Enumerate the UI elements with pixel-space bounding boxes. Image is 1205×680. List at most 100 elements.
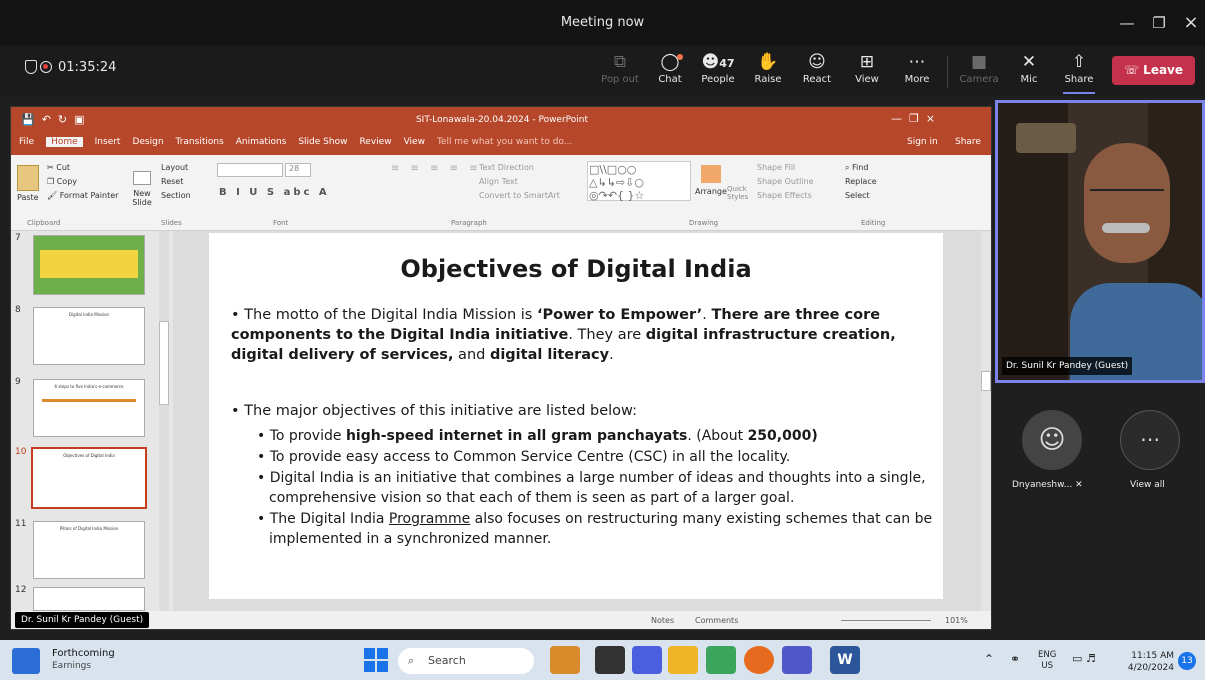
notes-button[interactable]: Notes: [651, 616, 674, 625]
shapes-gallery[interactable]: □\\□○○ △↳↳⇨⇩○ ◎↷↶{ }☆: [587, 161, 691, 202]
thumb-number: 12: [15, 585, 27, 595]
format-painter-button[interactable]: 🖌 Format Painter: [47, 189, 118, 203]
tell-me-box[interactable]: Tell me what you want to do...: [437, 137, 572, 147]
subbullet-1: • To provide high-speed internet in all …: [257, 428, 818, 444]
language-indicator[interactable]: ENG US: [1038, 650, 1056, 672]
teams-chat-icon[interactable]: [632, 646, 662, 674]
chrome-icon[interactable]: [706, 646, 736, 674]
start-icon[interactable]: [364, 648, 388, 672]
shape-outline-button[interactable]: Shape Outline: [757, 175, 814, 189]
align-text-button[interactable]: Align Text: [479, 175, 560, 189]
tab-home[interactable]: Home: [46, 137, 83, 147]
layout-button[interactable]: Layout: [161, 161, 191, 175]
network-volume-icon[interactable]: ▭ ♬: [1072, 652, 1096, 665]
popout-icon: ⧉: [613, 52, 627, 72]
new-slide-label[interactable]: New Slide: [127, 189, 157, 207]
grid-icon: ⊞: [859, 52, 875, 72]
slide-thumb-9[interactable]: 6 steps to five India's e-commerce: [33, 379, 145, 437]
shape-fill-button[interactable]: Shape Fill: [757, 161, 814, 175]
select-button[interactable]: Select: [845, 189, 877, 203]
more-button[interactable]: ⋯ More: [893, 48, 941, 94]
cut-button[interactable]: ✂ Cut: [47, 161, 118, 175]
toolbar-divider: [947, 56, 948, 88]
current-slide[interactable]: Objectives of Digital India • The motto …: [209, 233, 943, 599]
paste-icon[interactable]: [17, 165, 39, 191]
find-button[interactable]: ⌕ Find: [845, 161, 877, 175]
react-button[interactable]: ☺ React: [793, 48, 841, 94]
text-direction-button[interactable]: Text Direction: [479, 161, 560, 175]
tab-review[interactable]: Review: [359, 137, 391, 147]
replace-button[interactable]: Replace: [845, 175, 877, 189]
participant-video[interactable]: Dr. Sunil Kr Pandey (Guest): [995, 100, 1205, 383]
people-icon: ☻47: [701, 52, 735, 72]
search-box[interactable]: ⌕ Search: [398, 648, 534, 674]
tab-animations[interactable]: Animations: [236, 137, 287, 147]
widget-title[interactable]: Forthcoming: [52, 648, 115, 659]
arrange-icon[interactable]: [701, 165, 721, 183]
shared-screen: 💾 ↶ ↻ ▣ SIT-Lonawala-20.04.2024 - PowerP…: [10, 106, 992, 630]
thumbnail-scrollbar[interactable]: [159, 231, 169, 611]
paste-label[interactable]: Paste: [17, 193, 39, 202]
zoom-level[interactable]: 101%: [945, 616, 968, 625]
mic-tray-icon[interactable]: ⚭: [1010, 652, 1020, 666]
participant-name-tag: Dr. Sunil Kr Pandey (Guest): [1002, 357, 1133, 375]
zoom-slider[interactable]: [841, 620, 931, 621]
slide-thumb-8[interactable]: Digital India Mission: [33, 307, 145, 365]
minimize-icon[interactable]: —: [1113, 10, 1141, 36]
word-icon[interactable]: W: [830, 646, 860, 674]
slide-subbullets: • To provide high-speed internet in all …: [257, 426, 937, 549]
leave-button[interactable]: ☏ Leave: [1112, 56, 1195, 85]
close-icon[interactable]: ×: [1177, 10, 1205, 36]
popout-button[interactable]: ⧉ Pop out: [596, 48, 644, 94]
shape-effects-button[interactable]: Shape Effects: [757, 189, 814, 203]
widget-icon[interactable]: [12, 648, 40, 674]
copy-button[interactable]: ❐ Copy: [47, 175, 118, 189]
avatar-icon[interactable]: ☺: [1022, 410, 1082, 470]
app-icon-bird[interactable]: [550, 646, 580, 674]
convert-smartart-button[interactable]: Convert to SmartArt: [479, 189, 560, 203]
font-format-buttons[interactable]: B I U S abc A: [219, 187, 330, 198]
ppt-share[interactable]: Share: [955, 137, 981, 147]
arrange-label[interactable]: Arrange: [695, 187, 727, 196]
restore-icon[interactable]: ❐: [1145, 10, 1173, 36]
comments-button[interactable]: Comments: [695, 616, 738, 625]
meeting-timer: 01:35:24: [58, 60, 117, 75]
font-size-input[interactable]: 28: [285, 163, 311, 177]
notification-badge[interactable]: 13: [1178, 652, 1196, 670]
tab-transitions[interactable]: Transitions: [176, 137, 224, 147]
slide-thumb-12[interactable]: [33, 587, 145, 611]
tray-chevron-icon[interactable]: ⌃: [984, 652, 994, 666]
raise-hand-button[interactable]: ✋ Raise: [744, 48, 792, 94]
taskview-icon[interactable]: [595, 646, 625, 674]
new-slide-icon[interactable]: [133, 171, 151, 185]
camera-button[interactable]: ■ Camera: [955, 48, 1003, 94]
clock[interactable]: 11:15 AM 4/20/2024: [1122, 650, 1174, 674]
tab-insert[interactable]: Insert: [95, 137, 121, 147]
slide-thumb-7[interactable]: [33, 235, 145, 295]
chat-notification-dot: [677, 54, 683, 60]
ppt-window-controls[interactable]: — ❐ ×: [891, 112, 935, 125]
people-button[interactable]: ☻47 People: [694, 48, 742, 94]
firefox-icon[interactable]: [744, 646, 774, 674]
participant-name: Dnyaneshw... ✕: [1012, 480, 1083, 490]
tab-slideshow[interactable]: Slide Show: [298, 137, 347, 147]
file-explorer-icon[interactable]: [668, 646, 698, 674]
share-button[interactable]: ⇧ Share: [1055, 48, 1103, 94]
slide-thumb-11[interactable]: Pillars of Digital India Mission: [33, 521, 145, 579]
reset-button[interactable]: Reset: [161, 175, 191, 189]
tab-design[interactable]: Design: [132, 137, 163, 147]
quick-styles-label[interactable]: Quick Styles: [727, 185, 753, 201]
tab-file[interactable]: File: [19, 137, 34, 147]
teams-icon[interactable]: [782, 646, 812, 674]
slide-thumb-10-selected[interactable]: Objectives of Digital India: [31, 447, 147, 509]
section-button[interactable]: Section: [161, 189, 191, 203]
view-button[interactable]: ⊞ View: [843, 48, 891, 94]
tab-view[interactable]: View: [404, 137, 425, 147]
chat-button[interactable]: ◯ Chat: [646, 48, 694, 94]
mic-button[interactable]: ✕ Mic: [1005, 48, 1053, 94]
editor-scrollbar[interactable]: [981, 231, 991, 611]
view-all-label[interactable]: View all: [1130, 480, 1165, 490]
font-name-input[interactable]: [217, 163, 283, 177]
ppt-signin[interactable]: Sign in: [907, 137, 938, 147]
view-all-button[interactable]: ⋯: [1120, 410, 1180, 470]
